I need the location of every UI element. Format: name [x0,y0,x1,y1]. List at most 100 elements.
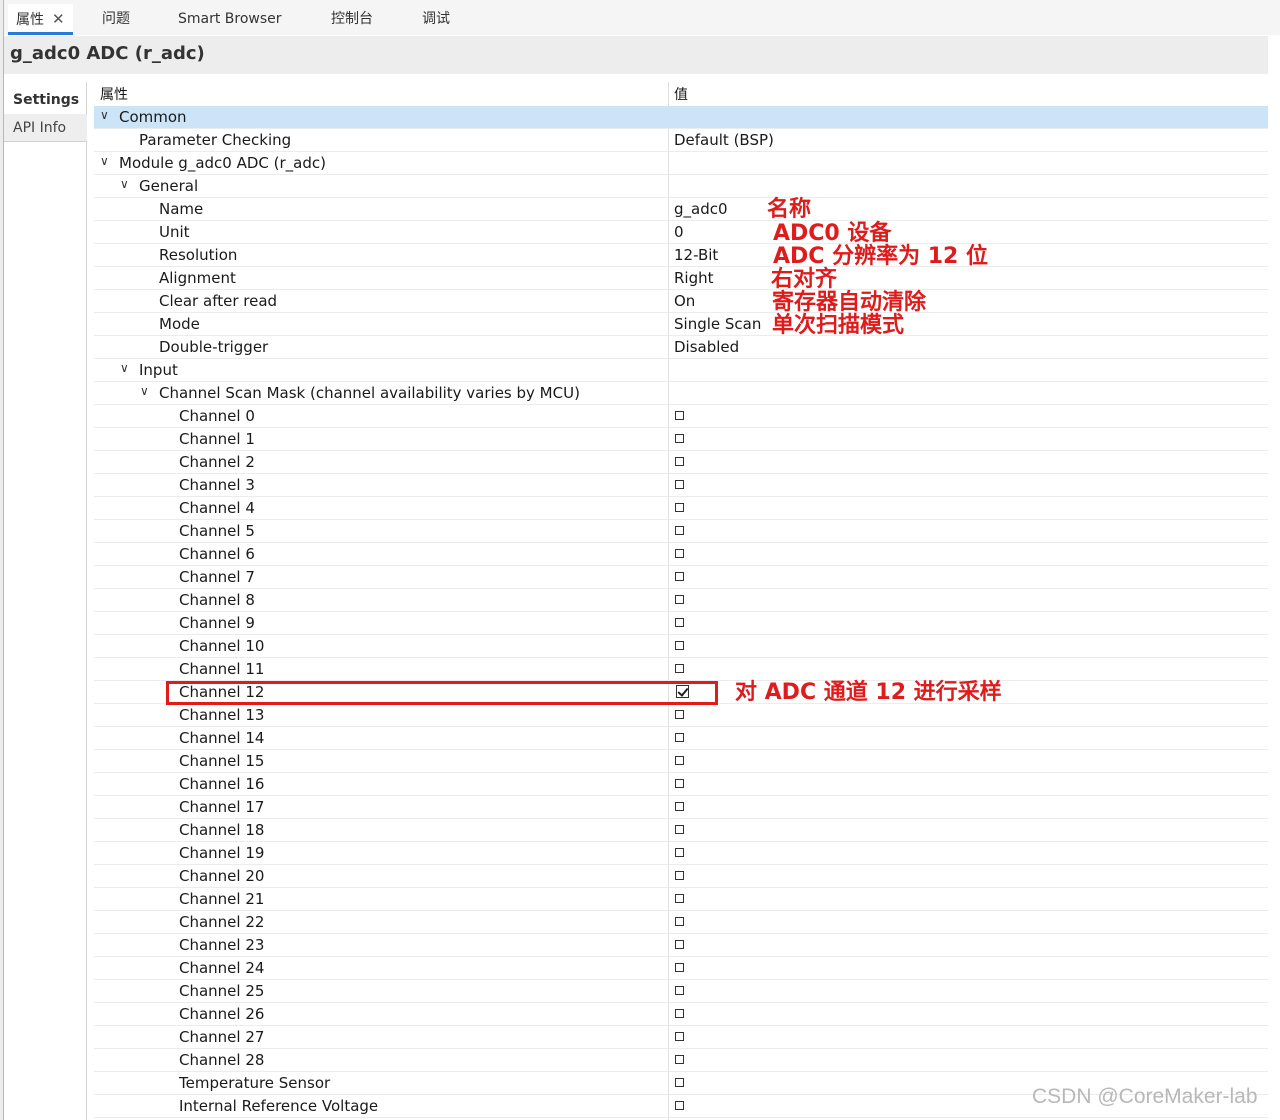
tree-row-channel[interactable]: Channel 1 [94,428,1268,451]
checkbox[interactable] [675,572,684,581]
checkbox[interactable] [675,1078,684,1087]
tab-debug[interactable]: 调试 [422,4,450,35]
checkbox[interactable] [675,480,684,489]
checkbox[interactable] [675,940,684,949]
chevron-down-icon[interactable]: ∨ [140,384,149,398]
column-header-value[interactable]: 值 [674,84,688,104]
tab-smart-browser[interactable]: Smart Browser [178,4,282,35]
checkbox[interactable] [675,1101,684,1110]
tree-row-channel[interactable]: Channel 16 [94,773,1268,796]
tree-row-channel[interactable]: Channel 7 [94,566,1268,589]
checkbox[interactable] [675,1055,684,1064]
row-value[interactable]: 0 [674,223,684,241]
tree-row-channel-scan-mask[interactable]: ∨ Channel Scan Mask (channel availabilit… [94,382,1268,405]
checkbox[interactable] [675,503,684,512]
tree-row-channel[interactable]: Channel 13 [94,704,1268,727]
row-label: Temperature Sensor [179,1074,331,1092]
row-value[interactable]: 12-Bit [674,246,718,264]
checkbox[interactable] [675,457,684,466]
tree-row-channel[interactable]: Channel 20 [94,865,1268,888]
tree-row-channel[interactable]: Channel 4 [94,497,1268,520]
tree-row-channel[interactable]: Channel 15 [94,750,1268,773]
tree-row-channel[interactable]: Channel 10 [94,635,1268,658]
row-value[interactable]: g_adc0 [674,200,728,218]
checkbox[interactable] [675,1009,684,1018]
tree-row-channel[interactable]: Channel 5 [94,520,1268,543]
tab-problems[interactable]: 问题 [102,4,130,35]
row-label: Channel 22 [179,913,265,931]
tree-row-channel[interactable]: Channel 8 [94,589,1268,612]
close-icon[interactable]: ✕ [52,4,65,35]
tree-row-name[interactable]: Name g_adc0 [94,198,1268,221]
row-value[interactable]: Single Scan [674,315,761,333]
tree-row-alignment[interactable]: Alignment Right [94,267,1268,290]
row-value[interactable]: On [674,292,695,310]
tree-row-common[interactable]: ∨ Common [94,106,1268,129]
side-tab-settings[interactable]: Settings [4,86,87,114]
checkbox[interactable] [675,802,684,811]
tree-row-channel[interactable]: Channel 9 [94,612,1268,635]
chevron-down-icon[interactable]: ∨ [100,154,109,168]
checkbox[interactable] [675,710,684,719]
checkbox[interactable] [675,894,684,903]
tree-row-channel[interactable]: Channel 27 [94,1026,1268,1049]
checkbox[interactable] [675,963,684,972]
tree-row-channel[interactable]: Channel 0 [94,405,1268,428]
tab-console[interactable]: 控制台 [331,4,373,35]
row-value[interactable]: Default (BSP) [674,131,774,149]
tree-row-channel[interactable]: Channel 26 [94,1003,1268,1026]
side-tab-api-info[interactable]: API Info [4,114,87,142]
checkbox[interactable] [675,411,684,420]
tree-row-parameter-checking[interactable]: Parameter Checking Default (BSP) [94,129,1268,152]
tree-row-unit[interactable]: Unit 0 [94,221,1268,244]
tree-row-input[interactable]: ∨ Input [94,359,1268,382]
checkbox[interactable] [675,848,684,857]
checkbox[interactable] [675,434,684,443]
checkbox[interactable] [675,917,684,926]
row-label: Common [119,108,187,126]
chevron-down-icon[interactable]: ∨ [120,361,129,375]
row-value[interactable]: Disabled [674,338,739,356]
tree-row-channel[interactable]: Channel 23 [94,934,1268,957]
row-label: Channel 3 [179,476,255,494]
checkbox[interactable] [675,871,684,880]
chevron-down-icon[interactable]: ∨ [120,177,129,191]
checkbox[interactable] [675,641,684,650]
tab-properties[interactable]: 属性 ✕ [8,4,73,35]
tree-row-clear-after-read[interactable]: Clear after read On [94,290,1268,313]
chevron-down-icon[interactable]: ∨ [100,108,109,122]
tree-row-channel[interactable]: Channel 14 [94,727,1268,750]
tree-row-channel[interactable]: Channel 3 [94,474,1268,497]
checkbox[interactable] [675,549,684,558]
tree-row-general[interactable]: ∨ General [94,175,1268,198]
tree-row-channel[interactable]: Channel 21 [94,888,1268,911]
tree-row-channel[interactable]: Channel 18 [94,819,1268,842]
row-label: Channel 20 [179,867,265,885]
checkbox[interactable] [675,526,684,535]
checkbox[interactable] [675,618,684,627]
checkbox[interactable] [675,825,684,834]
checkbox[interactable] [675,779,684,788]
checkbox[interactable] [675,1032,684,1041]
tree-row-channel[interactable]: Channel 24 [94,957,1268,980]
checkbox[interactable] [675,664,684,673]
checkbox[interactable] [675,756,684,765]
tree-row-double-trigger[interactable]: Double-trigger Disabled [94,336,1268,359]
checkbox[interactable] [675,986,684,995]
tree-row-channel[interactable]: Channel 17 [94,796,1268,819]
tree-row-module[interactable]: ∨ Module g_adc0 ADC (r_adc) [94,152,1268,175]
tree-row-channel[interactable]: Channel 6 [94,543,1268,566]
tree-row-channel[interactable]: Channel 2 [94,451,1268,474]
tree-row-channel[interactable]: Channel 19 [94,842,1268,865]
column-header-property[interactable]: 属性 [100,84,128,104]
tree-row-resolution[interactable]: Resolution 12-Bit [94,244,1268,267]
checkbox[interactable] [675,595,684,604]
tree-row-channel[interactable]: Channel 25 [94,980,1268,1003]
tree-row-mode[interactable]: Mode Single Scan [94,313,1268,336]
row-value[interactable]: Right [674,269,714,287]
tree-row-channel[interactable]: Channel 11 [94,658,1268,681]
tree-row-channel[interactable]: Channel 28 [94,1049,1268,1072]
tree-row-channel[interactable]: Channel 22 [94,911,1268,934]
checkbox[interactable] [675,733,684,742]
row-label: Channel 1 [179,430,255,448]
